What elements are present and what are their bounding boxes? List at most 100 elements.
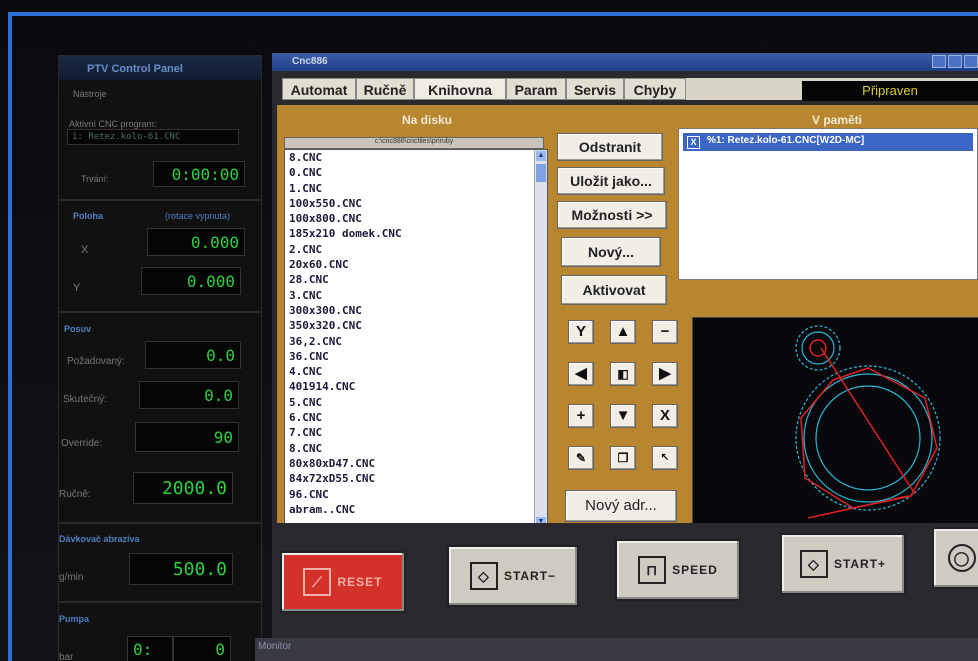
scroll-up-icon[interactable]: ▲ xyxy=(536,151,546,161)
tab-rucne[interactable]: Ručně xyxy=(356,78,414,100)
file-list-item[interactable]: 401914.CNC xyxy=(285,379,547,394)
minimize-button[interactable] xyxy=(932,55,946,68)
new-button[interactable]: Nový... xyxy=(561,237,661,267)
file-list-item[interactable]: 100x550.CNC xyxy=(285,196,547,211)
memory-header: V paměti xyxy=(811,113,862,127)
file-list-item[interactable]: 36,2.CNC xyxy=(285,334,547,349)
file-list-item[interactable]: 3.CNC xyxy=(285,288,547,303)
activate-button[interactable]: Aktivovat xyxy=(561,275,667,305)
position-section: Poloha xyxy=(73,211,104,221)
rotation-note: (rotace vypnuta) xyxy=(165,211,231,221)
file-list-item[interactable]: 28.CNC xyxy=(285,272,547,287)
pad-y-button[interactable]: Y xyxy=(568,320,594,344)
file-list-item[interactable]: abram..CNC xyxy=(285,502,547,517)
start-plus-label: START+ xyxy=(833,557,887,571)
arrow-left-icon[interactable]: ◀ xyxy=(568,362,594,386)
tools-menu[interactable]: Nástroje xyxy=(73,89,107,99)
feed-section: Posuv xyxy=(64,324,92,334)
tab-automat[interactable]: Automat xyxy=(282,78,356,100)
remove-button[interactable]: Odstranit xyxy=(557,133,663,161)
active-program-label: Aktivní CNC program: xyxy=(69,119,157,129)
file-list-item[interactable]: 84x72xD55.CNC xyxy=(285,471,547,486)
arrow-up-icon[interactable]: ▲ xyxy=(610,320,636,344)
file-list-item[interactable]: 4.CNC xyxy=(285,364,547,379)
manual-feed-field[interactable]: 2000.0 xyxy=(133,472,233,504)
file-list-item[interactable]: 1.CNC xyxy=(285,181,547,196)
arrow-down-icon[interactable]: ▼ xyxy=(610,404,636,428)
copy-window-icon[interactable]: ❐ xyxy=(610,446,636,470)
save-as-button[interactable]: Uložit jako... xyxy=(557,167,665,195)
small-gear-inner xyxy=(801,331,835,365)
file-list-item[interactable]: 8.CNC xyxy=(285,150,547,165)
reset-button[interactable]: ⟋ RESET xyxy=(280,551,406,613)
pad-minus-button[interactable]: − xyxy=(652,320,678,344)
file-list-item[interactable]: 185x210 domek.CNC xyxy=(285,226,547,241)
tab-param[interactable]: Param xyxy=(506,78,566,100)
memory-item-checkbox[interactable]: X xyxy=(687,136,700,149)
file-list-item[interactable]: 20x60.CNC xyxy=(285,257,547,272)
abrasive-section: Dávkovač abraziva xyxy=(59,534,140,544)
start-plus-button[interactable]: ◇ START+ xyxy=(780,533,906,595)
override-field[interactable]: 90 xyxy=(135,422,239,452)
monitor-bar[interactable]: Monitor xyxy=(255,638,978,661)
reset-icon: ⟋ xyxy=(303,568,332,596)
pointer-coordinates-icon[interactable]: ↖ xyxy=(652,446,678,470)
memory-item[interactable]: X %1: Retez.kolo-61.CNC[W2D-MC] xyxy=(683,133,973,151)
large-gear-teeth xyxy=(795,365,941,511)
large-gear-bore xyxy=(815,385,921,491)
x-label: X xyxy=(81,244,89,256)
arrow-right-icon[interactable]: ▶ xyxy=(652,362,678,386)
ptv-control-panel: PTV Control Panel Nástroje Aktivní CNC p… xyxy=(58,55,262,661)
file-list-item[interactable]: 300x300.CNC xyxy=(285,303,547,318)
stop-button[interactable]: ◯ xyxy=(932,527,978,589)
file-list-item[interactable]: 7.CNC xyxy=(285,425,547,440)
ptv-title: PTV Control Panel xyxy=(59,56,261,80)
large-gear-inner xyxy=(803,373,933,503)
file-list-item[interactable]: 36.CNC xyxy=(285,349,547,364)
speed-wave-icon: ⊓ xyxy=(638,556,667,584)
file-list-item[interactable]: 96.CNC xyxy=(285,487,547,502)
options-button[interactable]: Možnosti >> xyxy=(557,201,667,229)
file-list-item[interactable]: 80x80xD47.CNC xyxy=(285,456,547,471)
abrasive-rate-field[interactable]: 500.0 xyxy=(129,553,233,585)
start-diamond-icon: ◇ xyxy=(469,562,498,590)
tab-servis[interactable]: Servis xyxy=(566,78,624,100)
memory-list[interactable]: X %1: Retez.kolo-61.CNC[W2D-MC] xyxy=(678,128,978,280)
file-list-item[interactable]: 100x800.CNC xyxy=(285,211,547,226)
center-frame-icon[interactable]: ◧ xyxy=(610,362,636,386)
tab-chyby[interactable]: Chyby xyxy=(624,78,686,100)
small-gear-red-path xyxy=(809,339,827,357)
status-indicator: Připraven xyxy=(802,81,978,101)
pump-bar-left: 0: xyxy=(127,636,173,661)
pad-plus-button[interactable]: + xyxy=(568,404,594,428)
speed-label: SPEED xyxy=(672,563,718,577)
file-list-item[interactable]: 0.CNC xyxy=(285,165,547,180)
maximize-button[interactable] xyxy=(948,55,962,68)
red-toolpath-polygon xyxy=(800,367,938,509)
close-button[interactable] xyxy=(964,55,978,68)
file-list-item[interactable]: 2.CNC xyxy=(285,242,547,257)
cnc886-window: Cnc886 Automat Ručně Knihovna Param Serv… xyxy=(272,53,978,661)
y-label: Y xyxy=(73,282,81,294)
speed-button[interactable]: ⊓ SPEED xyxy=(615,539,741,601)
window-controls xyxy=(932,55,978,68)
gmin-label: g/min xyxy=(59,572,84,583)
start-minus-button[interactable]: ◇ START− xyxy=(447,545,579,607)
scroll-thumb[interactable] xyxy=(536,164,546,182)
file-list-scrollbar[interactable]: ▲ ▼ xyxy=(534,150,547,528)
edit-drawing-icon[interactable]: ✎ xyxy=(568,446,594,470)
disk-file-list[interactable]: 8.CNC 0.CNC 1.CNC 100x550.CNC 100x800.CNC 185… xyxy=(284,149,548,529)
file-list-item[interactable]: 350x320.CNC xyxy=(285,318,547,333)
tab-knihovna[interactable]: Knihovna xyxy=(414,78,506,100)
file-list-item[interactable]: 6.CNC xyxy=(285,410,547,425)
pad-x-button[interactable]: X xyxy=(652,404,678,428)
toolpath-preview[interactable] xyxy=(692,317,978,524)
file-list-item[interactable]: 8.CNC xyxy=(285,441,547,456)
new-directory-button[interactable]: Nový adr... xyxy=(565,490,677,522)
path-bar: c:\cnc886\cncfiles\priruby xyxy=(284,137,544,149)
bar-label: bar xyxy=(59,652,74,661)
file-list-item[interactable]: 5.CNC xyxy=(285,395,547,410)
actual-label: Skutečný: xyxy=(63,394,107,405)
y-position-field: 0.000 xyxy=(141,267,241,295)
red-lead-line xyxy=(807,495,909,519)
